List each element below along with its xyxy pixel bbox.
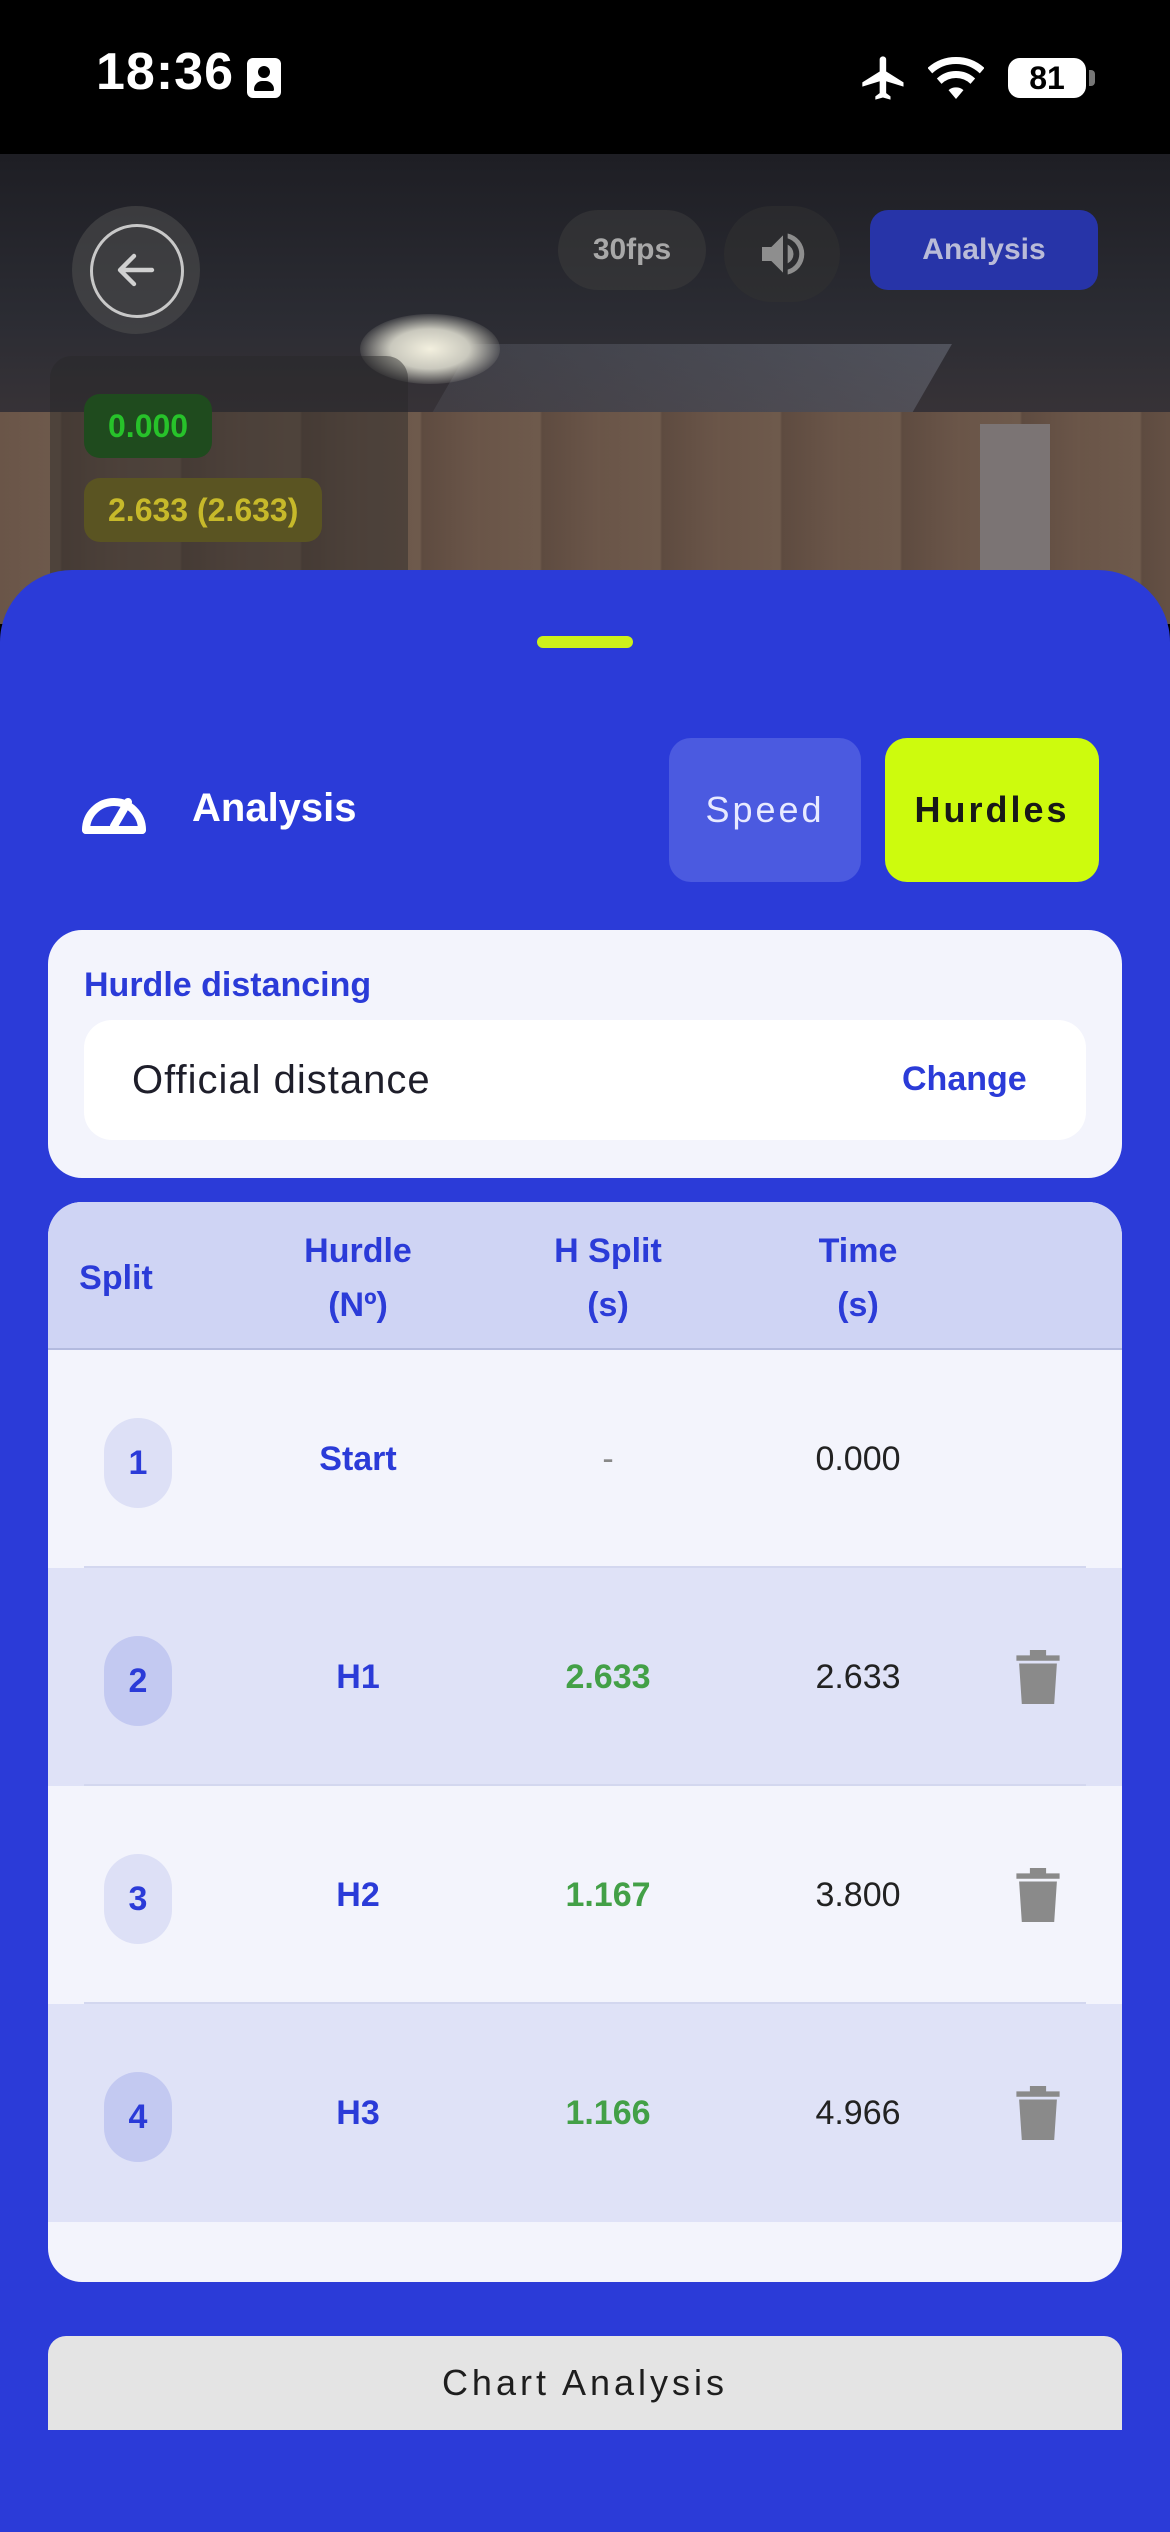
header-hurdle: Hurdle (Nº): [258, 1224, 458, 1332]
arrow-left-icon: [117, 253, 155, 287]
hurdle-distancing-label: Hurdle distancing: [84, 966, 372, 1004]
sound-button[interactable]: [724, 206, 840, 302]
trash-icon[interactable]: [1016, 1650, 1060, 1704]
table-row: 3 H2 1.167 3.800: [48, 1786, 1122, 2004]
split-number: 1: [104, 1418, 172, 1508]
header-time-line1: Time: [818, 1232, 898, 1270]
h-split-cell: 1.166: [565, 2093, 651, 2132]
fps-toggle[interactable]: 30fps: [558, 210, 706, 290]
speedometer-icon: [82, 798, 146, 834]
table-row: 2 H1 2.633 2.633: [48, 1568, 1122, 1786]
time-cell: 3.800: [815, 1875, 901, 1914]
time-cell: 2.633: [815, 1657, 901, 1696]
sheet-drag-handle[interactable]: [537, 636, 633, 648]
hurdle-cell: Start: [319, 1439, 397, 1478]
split-number: 2: [104, 1636, 172, 1726]
time-tag-start: 0.000: [84, 394, 213, 458]
header-hurdle-line2: (Nº): [328, 1286, 388, 1324]
time-cell: 0.000: [815, 1439, 901, 1478]
status-bar: 18:36 81: [0, 0, 1170, 154]
analysis-button[interactable]: Analysis: [870, 210, 1098, 290]
splits-table: Split Hurdle (Nº) H Split (s) Time (s) 1…: [48, 1202, 1122, 2282]
airplane-mode-icon: [862, 56, 904, 100]
battery-indicator: 81: [1008, 58, 1086, 98]
header-hurdle-line1: Hurdle: [304, 1232, 412, 1270]
hurdle-cell: H3: [336, 2093, 380, 2132]
header-split: Split: [79, 1259, 153, 1297]
sheet-title: Analysis: [192, 786, 357, 830]
header-time-line2: (s): [837, 1286, 879, 1324]
battery-cap: [1089, 70, 1095, 86]
contact-card-icon: [247, 58, 281, 98]
trash-icon[interactable]: [1016, 1868, 1060, 1922]
time-cell: 4.966: [815, 2093, 901, 2132]
chart-analysis-button[interactable]: Chart Analysis: [48, 2336, 1122, 2430]
table-header: Split Hurdle (Nº) H Split (s) Time (s): [48, 1202, 1122, 1350]
table-row: 4 H3 1.166 4.966: [48, 2004, 1122, 2222]
header-h-split: H Split (s): [508, 1224, 708, 1332]
speaker-icon: [762, 233, 805, 275]
hurdle-cell: H1: [336, 1657, 380, 1696]
h-split-cell: 1.167: [565, 1875, 651, 1914]
time-overlay: [50, 356, 408, 596]
change-distance-button[interactable]: Change: [902, 1060, 1027, 1099]
header-time: Time (s): [758, 1224, 958, 1332]
header-h-split-line1: H Split: [554, 1232, 662, 1270]
back-button[interactable]: [72, 206, 200, 334]
split-number: 3: [104, 1854, 172, 1944]
status-time: 18:36: [96, 43, 234, 101]
trash-icon[interactable]: [1016, 2086, 1060, 2140]
table-row: 1 Start - 0.000: [48, 1350, 1122, 1568]
tab-speed[interactable]: Speed: [669, 738, 861, 882]
hurdle-cell: H2: [336, 1875, 380, 1914]
distance-value: Official distance: [132, 1058, 431, 1102]
tab-hurdles[interactable]: Hurdles: [885, 738, 1099, 882]
header-h-split-line2: (s): [587, 1286, 629, 1324]
wifi-icon: [928, 56, 984, 99]
h-split-cell: 2.633: [565, 1657, 651, 1696]
h-split-cell: -: [602, 1439, 614, 1478]
time-tag-h1: 2.633 (2.633): [84, 478, 323, 542]
split-number: 4: [104, 2072, 172, 2162]
